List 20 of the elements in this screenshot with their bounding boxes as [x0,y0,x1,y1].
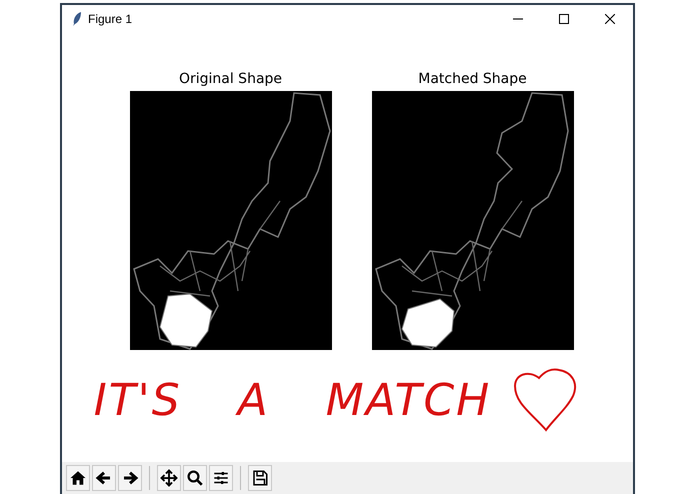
right-arrow-icon [121,469,139,487]
handwritten-note: IT'S A MATCH [94,377,492,425]
home-icon [69,469,87,487]
close-icon [605,14,615,24]
back-button[interactable] [92,465,116,491]
maximize-icon [559,14,569,24]
sliders-icon [212,469,230,487]
window-title: Figure 1 [88,12,134,26]
feather-icon [72,12,82,26]
save-button[interactable] [248,465,272,491]
zoom-button[interactable] [183,465,207,491]
forward-button[interactable] [118,465,142,491]
plot-title: Matched Shape [418,71,527,87]
configure-subplots-button[interactable] [209,465,233,491]
pan-button[interactable] [157,465,181,491]
plot-title: Original Shape [178,71,282,87]
home-button[interactable] [66,465,90,491]
magnifier-icon [186,469,204,487]
four-way-arrow-icon [160,469,178,487]
left-arrow-icon [95,469,113,487]
